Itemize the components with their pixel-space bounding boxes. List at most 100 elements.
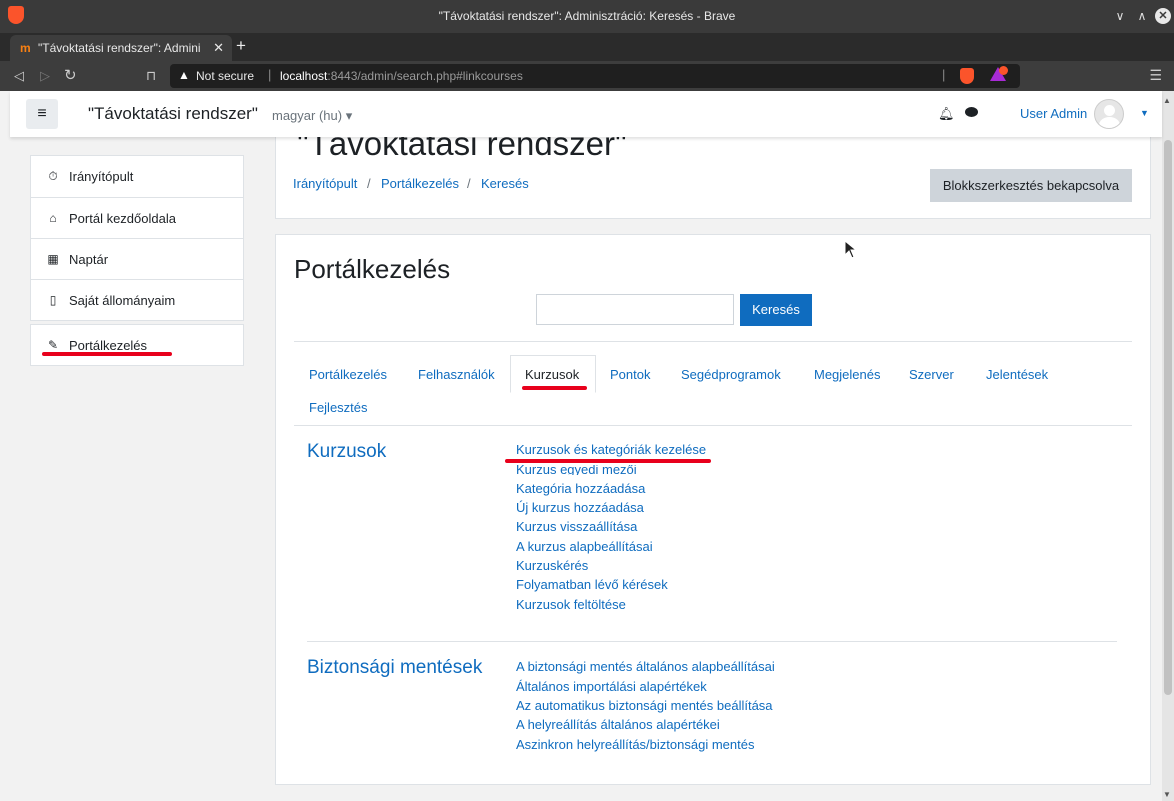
close-window-icon[interactable]: ✕ <box>1155 8 1171 24</box>
link-add-category[interactable]: Kategória hozzáadása <box>516 481 645 496</box>
dashboard-icon: ⏱ <box>48 169 58 183</box>
page-scrollbar-thumb[interactable] <box>1164 140 1172 695</box>
breadcrumb-dashboard[interactable]: Irányítópult <box>293 176 357 191</box>
scroll-down-icon[interactable]: ▼ <box>1163 790 1171 799</box>
link-general-backup-defaults[interactable]: A biztonsági mentés általános alapbeállí… <box>516 659 775 674</box>
window-title: "Távoktatási rendszer": Adminisztráció: … <box>438 9 736 23</box>
url-separator-right: | <box>942 67 946 82</box>
link-general-import-defaults[interactable]: Általános importálási alapértékek <box>516 679 707 694</box>
link-automated-backup-setup[interactable]: Az automatikus biztonsági mentés beállít… <box>516 698 773 713</box>
link-general-restore-defaults[interactable]: A helyreállítás általános alapértékei <box>516 717 720 732</box>
avatar-icon[interactable] <box>1094 99 1124 129</box>
tab-appearance[interactable]: Megjelenés <box>814 367 881 382</box>
breadcrumb-site-admin[interactable]: Portálkezelés <box>381 176 459 191</box>
drawer-item-label: Irányítópult <box>69 169 134 184</box>
tab-users[interactable]: Felhasználók <box>418 367 495 382</box>
nav-drawer-admin: ✎ Portálkezelés <box>30 324 244 366</box>
drawer-item-site-admin[interactable]: ✎ Portálkezelés <box>31 325 243 366</box>
section-title-courses: Kurzusok <box>307 441 387 462</box>
link-course-request[interactable]: Kurzuskérés <box>516 558 588 573</box>
calendar-icon: ▦ <box>47 252 59 266</box>
tab-reports[interactable]: Jelentések <box>986 367 1048 382</box>
close-tab-icon[interactable]: ✕ <box>213 40 224 56</box>
home-icon: ⌂ <box>49 211 57 225</box>
url-text[interactable]: localhost:8443/admin/search.php#linkcour… <box>280 69 523 83</box>
browser-toolbar: ◁ ▷ ↻ ⊓ ▲ Not secure | localhost:8443/ad… <box>0 61 1174 91</box>
hamburger-icon[interactable]: ≡ <box>26 99 58 129</box>
moodle-favicon-icon: m <box>20 41 31 55</box>
drawer-item-label: Saját állományaim <box>69 293 176 308</box>
link-async-backup-restore[interactable]: Aszinkron helyreállítás/biztonsági menté… <box>516 737 754 752</box>
page-header-title: "Távoktatási rendszer" <box>297 137 627 162</box>
search-button[interactable]: Keresés <box>740 294 812 326</box>
brave-shield-icon[interactable] <box>960 68 974 84</box>
url-host: localhost <box>280 69 328 83</box>
link-pending-requests[interactable]: Folyamatban lévő kérések <box>516 577 668 592</box>
divider <box>294 341 1132 342</box>
drawer-item-site-home[interactable]: ⌂ Portál kezdőoldala <box>31 197 243 238</box>
reload-icon[interactable]: ↻ <box>64 66 77 84</box>
mouse-cursor-icon <box>844 240 858 259</box>
url-path: :8443/admin/search.php#linkcourses <box>327 69 523 83</box>
menu-icon[interactable]: ☰ <box>1149 67 1162 84</box>
scroll-up-icon[interactable]: ▲ <box>1163 96 1171 105</box>
link-add-course[interactable]: Új kurzus hozzáadása <box>516 500 644 515</box>
not-secure-label[interactable]: Not secure <box>196 69 254 83</box>
minimize-icon[interactable]: ∨ <box>1112 8 1128 24</box>
warning-icon: ▲ <box>178 68 190 82</box>
forward-icon[interactable]: ▷ <box>40 68 50 84</box>
breadcrumb-separator: / <box>467 176 471 191</box>
annotation-underline-tab <box>522 386 587 390</box>
wrench-icon: ✎ <box>47 338 59 352</box>
language-menu[interactable]: magyar (hu) ▾ <box>272 108 352 124</box>
user-name[interactable]: User Admin <box>1020 106 1087 121</box>
file-icon: ▯ <box>49 293 57 307</box>
browser-tab-title: "Távoktatási rendszer": Admini <box>38 41 201 55</box>
link-upload-courses[interactable]: Kurzusok feltöltése <box>516 597 626 612</box>
site-navbar: ≡ "Távoktatási rendszer" magyar (hu) ▾ 🔔… <box>10 91 1162 137</box>
tab-strip: m "Távoktatási rendszer": Admini ✕ <box>0 33 1174 61</box>
rewards-badge <box>999 66 1008 75</box>
drawer-item-label: Naptár <box>69 252 109 267</box>
avatar-head <box>1104 105 1115 116</box>
tab-plugins[interactable]: Segédprogramok <box>681 367 781 382</box>
bell-icon[interactable]: 🔔︎ <box>938 106 955 122</box>
new-tab-button[interactable]: + <box>236 36 246 56</box>
tab-development[interactable]: Fejlesztés <box>309 400 368 415</box>
drawer-item-label: Portálkezelés <box>69 338 148 353</box>
drawer-item-calendar[interactable]: ▦ Naptár <box>31 238 243 279</box>
browser-tab[interactable]: m "Távoktatási rendszer": Admini ✕ <box>10 35 232 61</box>
link-course-custom-fields[interactable]: Kurzus egyedi mezői <box>516 465 637 475</box>
maximize-icon[interactable]: ∧ <box>1134 8 1150 24</box>
message-icon[interactable] <box>965 107 978 117</box>
caret-down-icon[interactable]: ▼ <box>1140 108 1149 118</box>
drawer-item-dashboard[interactable]: ⏱ Irányítópult <box>31 156 243 197</box>
tab-courses-label: Kurzusok <box>525 367 580 382</box>
annotation-underline-link <box>505 459 711 463</box>
main-heading: Portálkezelés <box>294 254 451 284</box>
breadcrumb-separator: / <box>367 176 371 191</box>
nav-drawer-main: ⏱ Irányítópult ⌂ Portál kezdőoldala ▦ Na… <box>30 155 244 321</box>
window-titlebar: "Távoktatási rendszer": Adminisztráció: … <box>0 0 1174 33</box>
blocks-editing-button[interactable]: Blokkszerkesztés bekapcsolva <box>930 169 1132 202</box>
tab-site-admin[interactable]: Portálkezelés <box>309 367 387 382</box>
drawer-item-label: Portál kezdőoldala <box>69 211 176 226</box>
divider <box>294 425 1132 426</box>
breadcrumb-search[interactable]: Keresés <box>481 176 529 191</box>
site-name[interactable]: "Távoktatási rendszer" <box>88 104 258 124</box>
annotation-underline-drawer <box>42 352 172 356</box>
address-bar[interactable]: ▲ Not secure | localhost:8443/admin/sear… <box>170 64 1020 88</box>
bookmark-icon[interactable]: ⊓ <box>146 68 156 84</box>
link-manage-courses-categories[interactable]: Kurzusok és kategóriák kezelése <box>516 442 706 457</box>
tab-grades[interactable]: Pontok <box>610 367 650 382</box>
drawer-item-private-files[interactable]: ▯ Saját állományaim <box>31 279 243 320</box>
url-separator: | <box>268 67 272 82</box>
avatar-body <box>1099 117 1120 128</box>
section-title-backups: Biztonsági mentések <box>307 657 483 678</box>
link-course-default-settings[interactable]: A kurzus alapbeállításai <box>516 539 653 554</box>
back-icon[interactable]: ◁ <box>14 68 24 84</box>
link-restore-course[interactable]: Kurzus visszaállítása <box>516 519 637 534</box>
divider <box>307 641 1117 642</box>
tab-server[interactable]: Szerver <box>909 367 954 382</box>
admin-search-input[interactable] <box>536 294 734 325</box>
